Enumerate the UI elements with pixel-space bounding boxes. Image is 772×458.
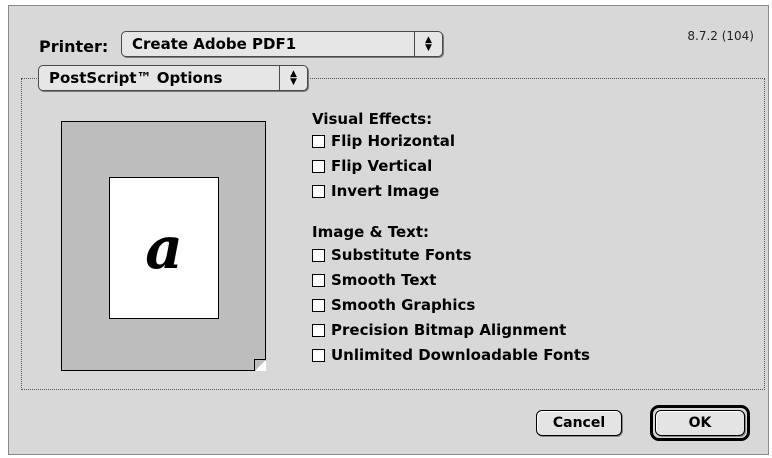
checkbox-box[interactable] [312,273,325,287]
unlimited-downloadable-fonts-checkbox[interactable]: Unlimited Downloadable Fonts [312,345,590,365]
panel-selector-value: PostScript™ Options [49,69,223,87]
updown-arrows-icon: ▲ ▼ [279,66,307,90]
version-label: 8.7.2 (104) [687,29,754,43]
cancel-button[interactable]: Cancel [536,410,622,436]
printer-label: Printer: [39,37,109,56]
invert-image-checkbox[interactable]: Invert Image [312,181,439,201]
checkbox-label: Smooth Graphics [331,296,476,314]
substitute-fonts-checkbox[interactable]: Substitute Fonts [312,245,472,265]
checkbox-box[interactable] [312,323,325,337]
checkbox-box[interactable] [312,298,325,312]
checkbox-box[interactable] [312,184,325,198]
print-dialog: Printer: Create Adobe PDF1 ▲ ▼ 8.7.2 (104… [8,5,769,455]
flip-horizontal-checkbox[interactable]: Flip Horizontal [312,131,455,151]
image-text-heading: Image & Text: [312,223,430,241]
printer-popup[interactable]: Create Adobe PDF1 ▲ ▼ [121,31,443,57]
checkbox-label: Precision Bitmap Alignment [331,321,567,339]
page-corner-icon [254,359,266,371]
checkbox-box[interactable] [312,159,325,173]
checkbox-label: Flip Vertical [331,157,433,175]
smooth-text-checkbox[interactable]: Smooth Text [312,270,436,290]
panel-selector-popup[interactable]: PostScript™ Options ▲ ▼ [38,65,308,91]
checkbox-label: Substitute Fonts [331,246,472,264]
ok-button[interactable]: OK [655,410,745,436]
page-preview: a [61,121,266,371]
smooth-graphics-checkbox[interactable]: Smooth Graphics [312,295,475,315]
flip-vertical-checkbox[interactable]: Flip Vertical [312,156,432,176]
updown-arrows-icon: ▲ ▼ [414,32,442,56]
checkbox-label: Flip Horizontal [331,132,456,150]
visual-effects-heading: Visual Effects: [312,110,433,128]
checkbox-label: Invert Image [331,182,440,200]
preview-page: a [109,177,219,319]
preview-glyph: a [145,214,183,282]
checkbox-label: Smooth Text [331,271,437,289]
checkbox-box[interactable] [312,348,325,362]
checkbox-box[interactable] [312,134,325,148]
checkbox-box[interactable] [312,248,325,262]
printer-popup-value: Create Adobe PDF1 [132,35,297,53]
precision-bitmap-alignment-checkbox[interactable]: Precision Bitmap Alignment [312,320,566,340]
checkbox-label: Unlimited Downloadable Fonts [331,346,590,364]
